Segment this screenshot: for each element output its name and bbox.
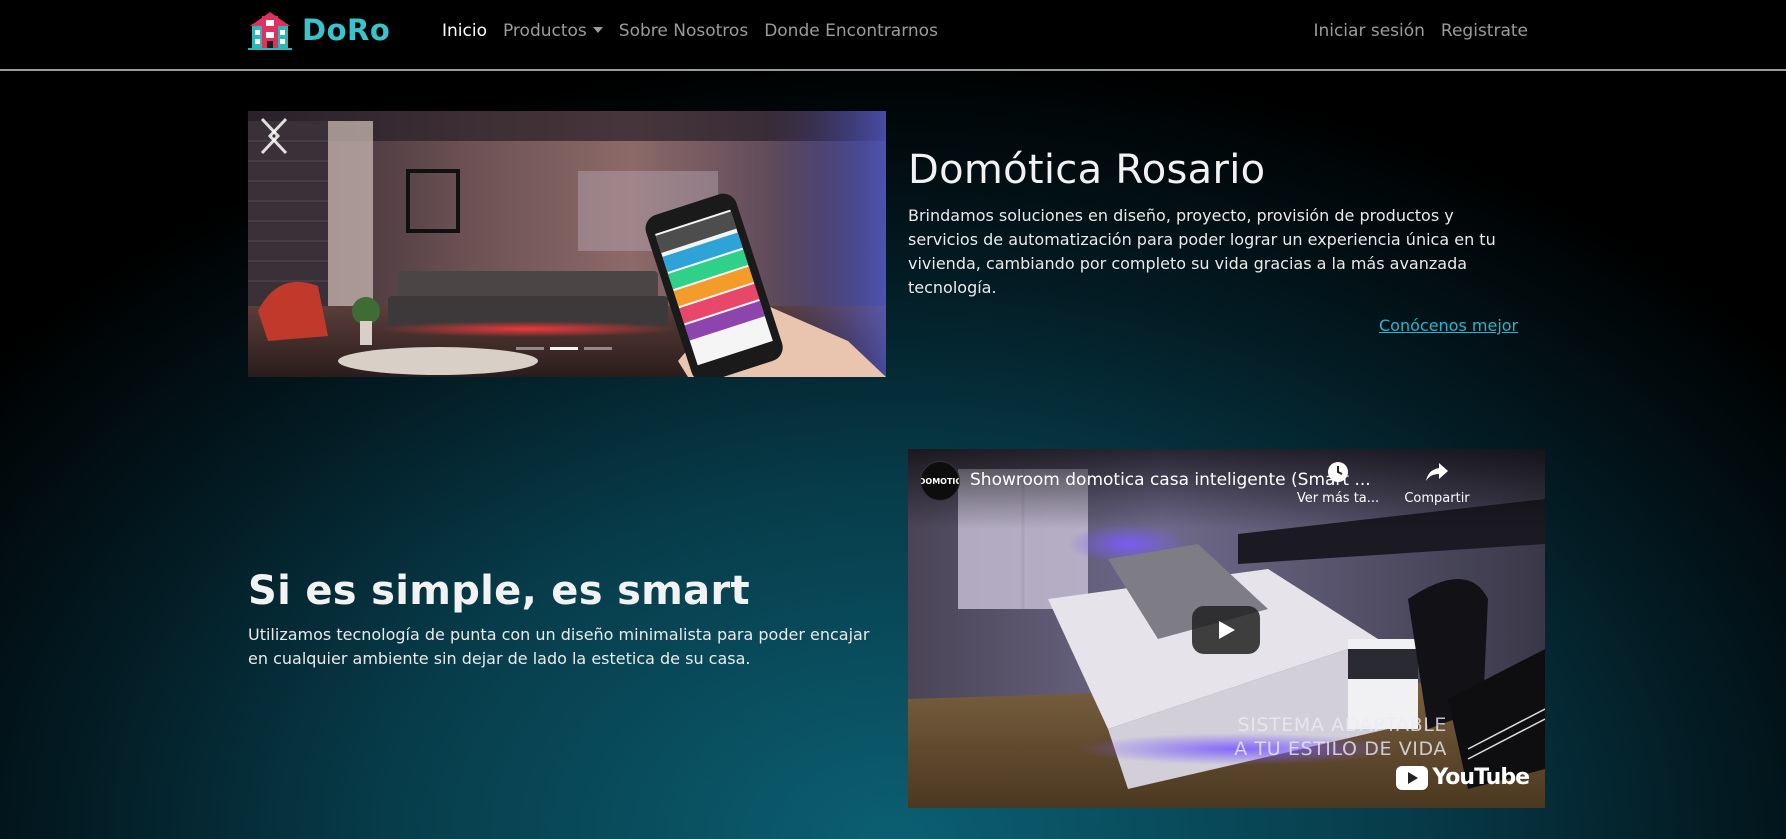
login-link[interactable]: Iniciar sesión: [1305, 19, 1432, 43]
share-button[interactable]: Compartir: [1392, 461, 1482, 506]
watch-later-label: Ver más ta...: [1296, 491, 1380, 506]
nav-account: Iniciar sesión Registrate: [1305, 19, 1536, 43]
chevron-down-icon: [592, 27, 603, 33]
youtube-logo[interactable]: YouTube: [1396, 765, 1530, 790]
hero-title: Domótica Rosario: [908, 147, 1266, 193]
nav-item-donde-encontrarnos[interactable]: Donde Encontrarnos: [756, 19, 946, 43]
youtube-wordmark: YouTube: [1432, 765, 1530, 790]
watch-later-button[interactable]: Ver más ta...: [1293, 461, 1383, 506]
navbar: DoRo Inicio Productos Sobre Nosotros Don…: [0, 0, 1786, 71]
carousel-indicators: [516, 347, 612, 350]
share-icon: [1426, 463, 1448, 481]
smart-living-room-image: [248, 111, 886, 377]
learn-more-link[interactable]: Conócenos mejor: [1379, 316, 1518, 335]
register-link[interactable]: Registrate: [1433, 19, 1536, 43]
carousel-indicator-3[interactable]: [584, 347, 612, 350]
youtube-play-icon: [1396, 765, 1429, 790]
play-button[interactable]: [1192, 606, 1260, 654]
nav-item-productos-label: Productos: [502, 21, 587, 41]
hero-description: Brindamos soluciones en diseño, proyecto…: [908, 206, 1496, 297]
nav-main: Inicio Productos Sobre Nosotros Donde En…: [434, 19, 946, 43]
brand[interactable]: DoRo: [248, 10, 390, 50]
share-label: Compartir: [1404, 491, 1470, 506]
overlay-line-1: SISTEMA ADAPTABLE: [1237, 714, 1447, 736]
video-overlay-caption: SISTEMA ADAPTABLE A TU ESTILO DE VIDA: [1234, 713, 1447, 761]
house-logo-icon: [248, 12, 292, 50]
section-title: Si es simple, es smart: [248, 568, 750, 614]
nav-item-sobre-nosotros[interactable]: Sobre Nosotros: [611, 19, 756, 43]
brand-name: DoRo: [302, 13, 391, 47]
nav-item-productos[interactable]: Productos: [495, 19, 611, 43]
youtube-embed[interactable]: DOMOTIC Showroom domotica casa inteligen…: [908, 449, 1545, 808]
carousel-indicator-1[interactable]: [516, 347, 544, 350]
carousel-indicator-2[interactable]: [550, 347, 578, 350]
nav-item-inicio[interactable]: Inicio: [434, 19, 495, 43]
channel-avatar[interactable]: DOMOTIC: [920, 461, 960, 501]
carousel-next-icon[interactable]: [248, 111, 288, 161]
section-description: Utilizamos tecnología de punta con un di…: [248, 625, 870, 668]
overlay-line-2: A TU ESTILO DE VIDA: [1234, 738, 1447, 760]
image-carousel[interactable]: [248, 111, 886, 377]
clock-icon: [1328, 462, 1348, 482]
